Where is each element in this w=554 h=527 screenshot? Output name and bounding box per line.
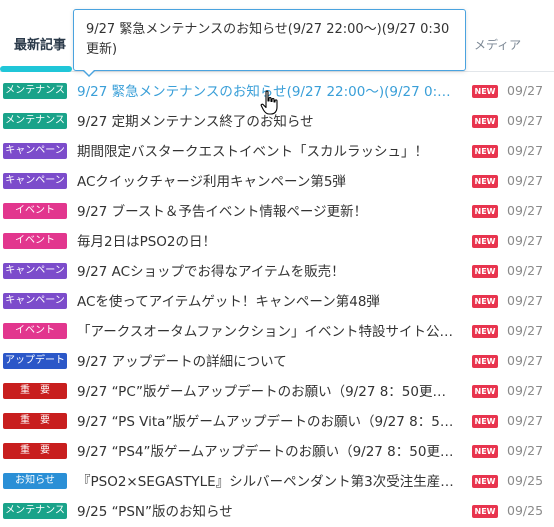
news-title-link[interactable]: 期間限定バスタークエストイベント「スカルラッシュ」！ xyxy=(77,142,459,162)
news-row[interactable]: 重 要 9/27 “PS4”版ゲームアップデートのお願い（9/27 8：50更新）… xyxy=(0,436,554,466)
new-badge: NEW xyxy=(472,175,498,188)
new-badge: NEW xyxy=(472,295,498,308)
category-badge: 重 要 xyxy=(3,383,67,399)
news-date: 09/27 xyxy=(507,83,544,98)
new-badge: NEW xyxy=(472,355,498,368)
news-list: メンテナンス 9/27 緊急メンテナンスのお知らせ(9/27 22:00～)(9/… xyxy=(0,76,554,526)
news-title-link[interactable]: 「アークスオータムファンクション」イベント特設サイト公開！ xyxy=(77,322,459,342)
news-title-link[interactable]: 9/25 “PSN”版のお知らせ xyxy=(77,502,459,522)
new-badge: NEW xyxy=(472,145,498,158)
category-badge: メンテナンス xyxy=(3,113,67,129)
new-badge: NEW xyxy=(472,115,498,128)
news-date: 09/27 xyxy=(507,263,544,278)
title-tooltip: 9/27 緊急メンテナンスのお知らせ(9/27 22:00～)(9/27 0:3… xyxy=(73,9,466,71)
category-badge: 重 要 xyxy=(3,443,67,459)
category-badge: アップデート xyxy=(3,353,67,369)
news-row[interactable]: イベント 毎月2日はPSO2の日！ NEW 09/27 xyxy=(0,226,554,256)
news-row[interactable]: キャンペーン 期間限定バスタークエストイベント「スカルラッシュ」！ NEW 09/27 xyxy=(0,136,554,166)
new-badge: NEW xyxy=(472,85,498,98)
category-badge: イベント xyxy=(3,323,67,339)
category-badge: お知らせ xyxy=(3,473,67,489)
new-badge: NEW xyxy=(472,325,498,338)
news-row[interactable]: キャンペーン ACを使ってアイテムゲット！キャンペーン第48弾 NEW 09/27 xyxy=(0,286,554,316)
category-badge: キャンペーン xyxy=(3,143,67,159)
category-badge: キャンペーン xyxy=(3,263,67,279)
news-row[interactable]: 重 要 9/27 “PC”版ゲームアップデートのお願い（9/27 8：50更新） N… xyxy=(0,376,554,406)
news-date: 09/25 xyxy=(507,473,544,488)
news-date: 09/27 xyxy=(507,443,544,458)
news-date: 09/27 xyxy=(507,293,544,308)
news-date: 09/27 xyxy=(507,413,544,428)
news-row[interactable]: お知らせ 『PSO2×SEGASTYLE』シルバーペンダント第3次受注生産決定！ N… xyxy=(0,466,554,496)
news-date: 09/27 xyxy=(507,323,544,338)
category-badge: キャンペーン xyxy=(3,173,67,189)
news-row[interactable]: メンテナンス 9/25 “PSN”版のお知らせ NEW 09/25 xyxy=(0,496,554,526)
category-badge: メンテナンス xyxy=(3,83,67,99)
new-badge: NEW xyxy=(472,235,498,248)
tooltip-arrow-inner xyxy=(83,69,95,75)
tab-media[interactable]: メディア xyxy=(474,36,521,53)
news-date: 09/27 xyxy=(507,353,544,368)
news-title-link[interactable]: 9/27 “PC”版ゲームアップデートのお願い（9/27 8：50更新） xyxy=(77,382,459,402)
news-title-link[interactable]: ACクイックチャージ利用キャンペーン第5弾 xyxy=(77,172,459,192)
new-badge: NEW xyxy=(472,475,498,488)
news-row[interactable]: アップデート 9/27 アップデートの詳細について NEW 09/27 xyxy=(0,346,554,376)
news-title-link[interactable]: 9/27 ブースト＆予告イベント情報ページ更新！ xyxy=(77,202,459,222)
news-row[interactable]: キャンペーン 9/27 ACショップでお得なアイテムを販売！ NEW 09/27 xyxy=(0,256,554,286)
new-badge: NEW xyxy=(472,385,498,398)
new-badge: NEW xyxy=(472,265,498,278)
news-title-link[interactable]: 9/27 アップデートの詳細について xyxy=(77,352,459,372)
news-title-link[interactable]: 9/27 “PS Vita”版ゲームアップデートのお願い（9/27 8：50更新… xyxy=(77,412,459,432)
news-date: 09/27 xyxy=(507,203,544,218)
new-badge: NEW xyxy=(472,205,498,218)
news-row[interactable]: 重 要 9/27 “PS Vita”版ゲームアップデートのお願い（9/27 8：5… xyxy=(0,406,554,436)
news-date: 09/27 xyxy=(507,173,544,188)
new-badge: NEW xyxy=(472,505,498,518)
news-date: 09/25 xyxy=(507,503,544,518)
news-row[interactable]: イベント 「アークスオータムファンクション」イベント特設サイト公開！ NEW 09/2… xyxy=(0,316,554,346)
news-title-link[interactable]: 『PSO2×SEGASTYLE』シルバーペンダント第3次受注生産決定！ xyxy=(77,472,459,492)
news-title-link[interactable]: ACを使ってアイテムゲット！キャンペーン第48弾 xyxy=(77,292,459,312)
category-badge: キャンペーン xyxy=(3,293,67,309)
news-date: 09/27 xyxy=(507,143,544,158)
category-badge: イベント xyxy=(3,203,67,219)
news-title-link[interactable]: 9/27 ACショップでお得なアイテムを販売！ xyxy=(77,262,459,282)
category-badge: 重 要 xyxy=(3,413,67,429)
news-date: 09/27 xyxy=(507,383,544,398)
news-title-link[interactable]: 9/27 “PS4”版ゲームアップデートのお願い（9/27 8：50更新） xyxy=(77,442,459,462)
news-date: 09/27 xyxy=(507,233,544,248)
new-badge: NEW xyxy=(472,415,498,428)
news-panel: 最新記事 メディア メンテナンス 9/27 緊急メンテナンスのお知らせ(9/27 … xyxy=(0,0,554,527)
category-badge: イベント xyxy=(3,233,67,249)
new-badge: NEW xyxy=(472,445,498,458)
active-tab-indicator xyxy=(0,66,72,72)
news-date: 09/27 xyxy=(507,113,544,128)
tab-latest[interactable]: 最新記事 xyxy=(14,34,66,56)
news-row[interactable]: イベント 9/27 ブースト＆予告イベント情報ページ更新！ NEW 09/27 xyxy=(0,196,554,226)
hand-cursor-icon xyxy=(260,90,278,115)
news-row[interactable]: キャンペーン ACクイックチャージ利用キャンペーン第5弾 NEW 09/27 xyxy=(0,166,554,196)
category-badge: メンテナンス xyxy=(3,503,67,519)
news-title-link[interactable]: 毎月2日はPSO2の日！ xyxy=(77,232,459,252)
